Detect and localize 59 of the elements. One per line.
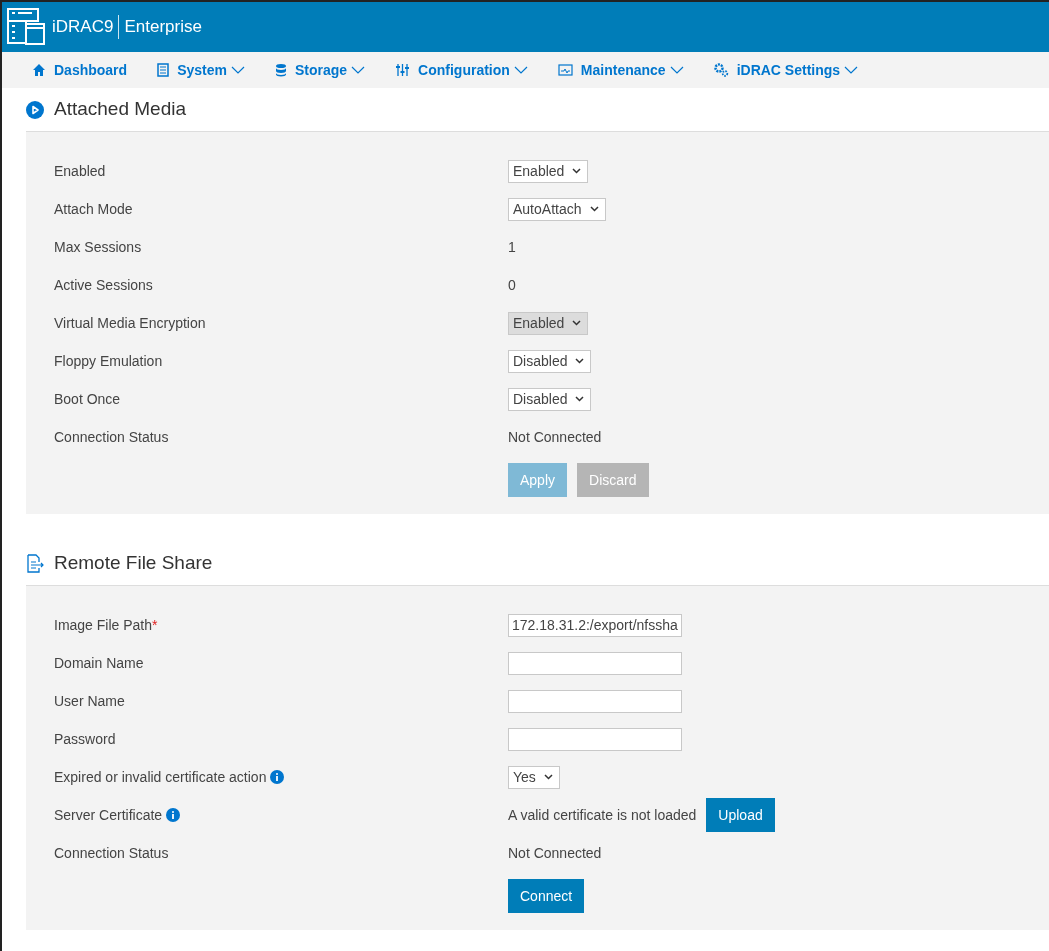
database-icon xyxy=(274,63,287,77)
caret-icon xyxy=(589,206,599,212)
dropdown-select[interactable]: Enabled xyxy=(508,159,589,183)
text-input[interactable]: 172.18.31.2:/export/nfssha xyxy=(508,613,682,637)
field-label: User Name xyxy=(54,691,125,711)
field-label: Attach Mode xyxy=(54,199,133,219)
file-share-icon xyxy=(26,554,44,573)
caret-icon xyxy=(572,320,582,326)
field-value: A valid certificate is not loaded xyxy=(508,805,697,825)
dropdown-select[interactable]: AutoAttach xyxy=(508,197,606,221)
home-icon xyxy=(32,63,46,77)
dropdown-select[interactable]: Disabled xyxy=(508,387,592,411)
field-label: Domain Name xyxy=(54,653,144,673)
text-input[interactable] xyxy=(508,651,682,675)
field-label: Boot Once xyxy=(54,389,121,409)
action-button[interactable]: Upload xyxy=(706,798,775,832)
info-icon[interactable] xyxy=(270,770,285,784)
field-label: Image File Path xyxy=(54,615,153,635)
field-label: Expired or invalid certificate action xyxy=(54,767,267,787)
caret-icon xyxy=(575,358,585,364)
field-label: Enabled xyxy=(54,161,106,181)
field-label: Connection Status xyxy=(54,427,169,447)
monitor-icon xyxy=(557,63,573,77)
caret-icon xyxy=(543,774,553,780)
dropdown-select[interactable]: Disabled xyxy=(508,349,592,373)
required-mark: * xyxy=(152,615,158,635)
nav-menu-item[interactable]: Configuration xyxy=(395,59,528,81)
nav-menu-item[interactable]: Dashboard xyxy=(32,59,128,81)
nav-menu-item[interactable]: Storage xyxy=(274,59,366,81)
field-value: Not Connected xyxy=(508,427,602,447)
nav-menu-item[interactable]: System xyxy=(157,59,245,81)
dropdown-select[interactable]: Yes xyxy=(508,765,560,789)
info-icon[interactable] xyxy=(166,808,181,822)
field-label: Active Sessions xyxy=(54,275,153,295)
field-label: Password xyxy=(54,729,116,749)
field-value: Not Connected xyxy=(508,843,602,863)
gears-icon xyxy=(713,63,729,77)
server-icon xyxy=(157,63,170,77)
nav-menu-item[interactable]: Maintenance xyxy=(557,59,684,81)
field-value: 1 xyxy=(508,237,516,257)
sliders-icon xyxy=(395,63,411,77)
field-label: Virtual Media Encryption xyxy=(54,313,206,333)
product-name: iDRAC9 xyxy=(52,16,114,39)
text-input[interactable] xyxy=(508,689,682,713)
field-label: Server Certificate xyxy=(54,805,163,825)
section-title: Remote File Share xyxy=(54,551,213,576)
nav-menu-item[interactable]: iDRAC Settings xyxy=(713,59,859,81)
play-icon xyxy=(26,100,44,119)
action-button[interactable]: Connect xyxy=(508,879,585,913)
field-value: 0 xyxy=(508,275,516,295)
caret-icon xyxy=(572,168,582,174)
field-label: Max Sessions xyxy=(54,237,142,257)
product-edition: Enterprise xyxy=(124,16,202,39)
field-label: Connection Status xyxy=(54,843,169,863)
field-label: Floppy Emulation xyxy=(54,351,163,371)
server-windows-icon xyxy=(6,7,46,47)
section-title: Attached Media xyxy=(54,97,187,122)
caret-icon xyxy=(575,396,585,402)
text-input[interactable] xyxy=(508,727,682,751)
